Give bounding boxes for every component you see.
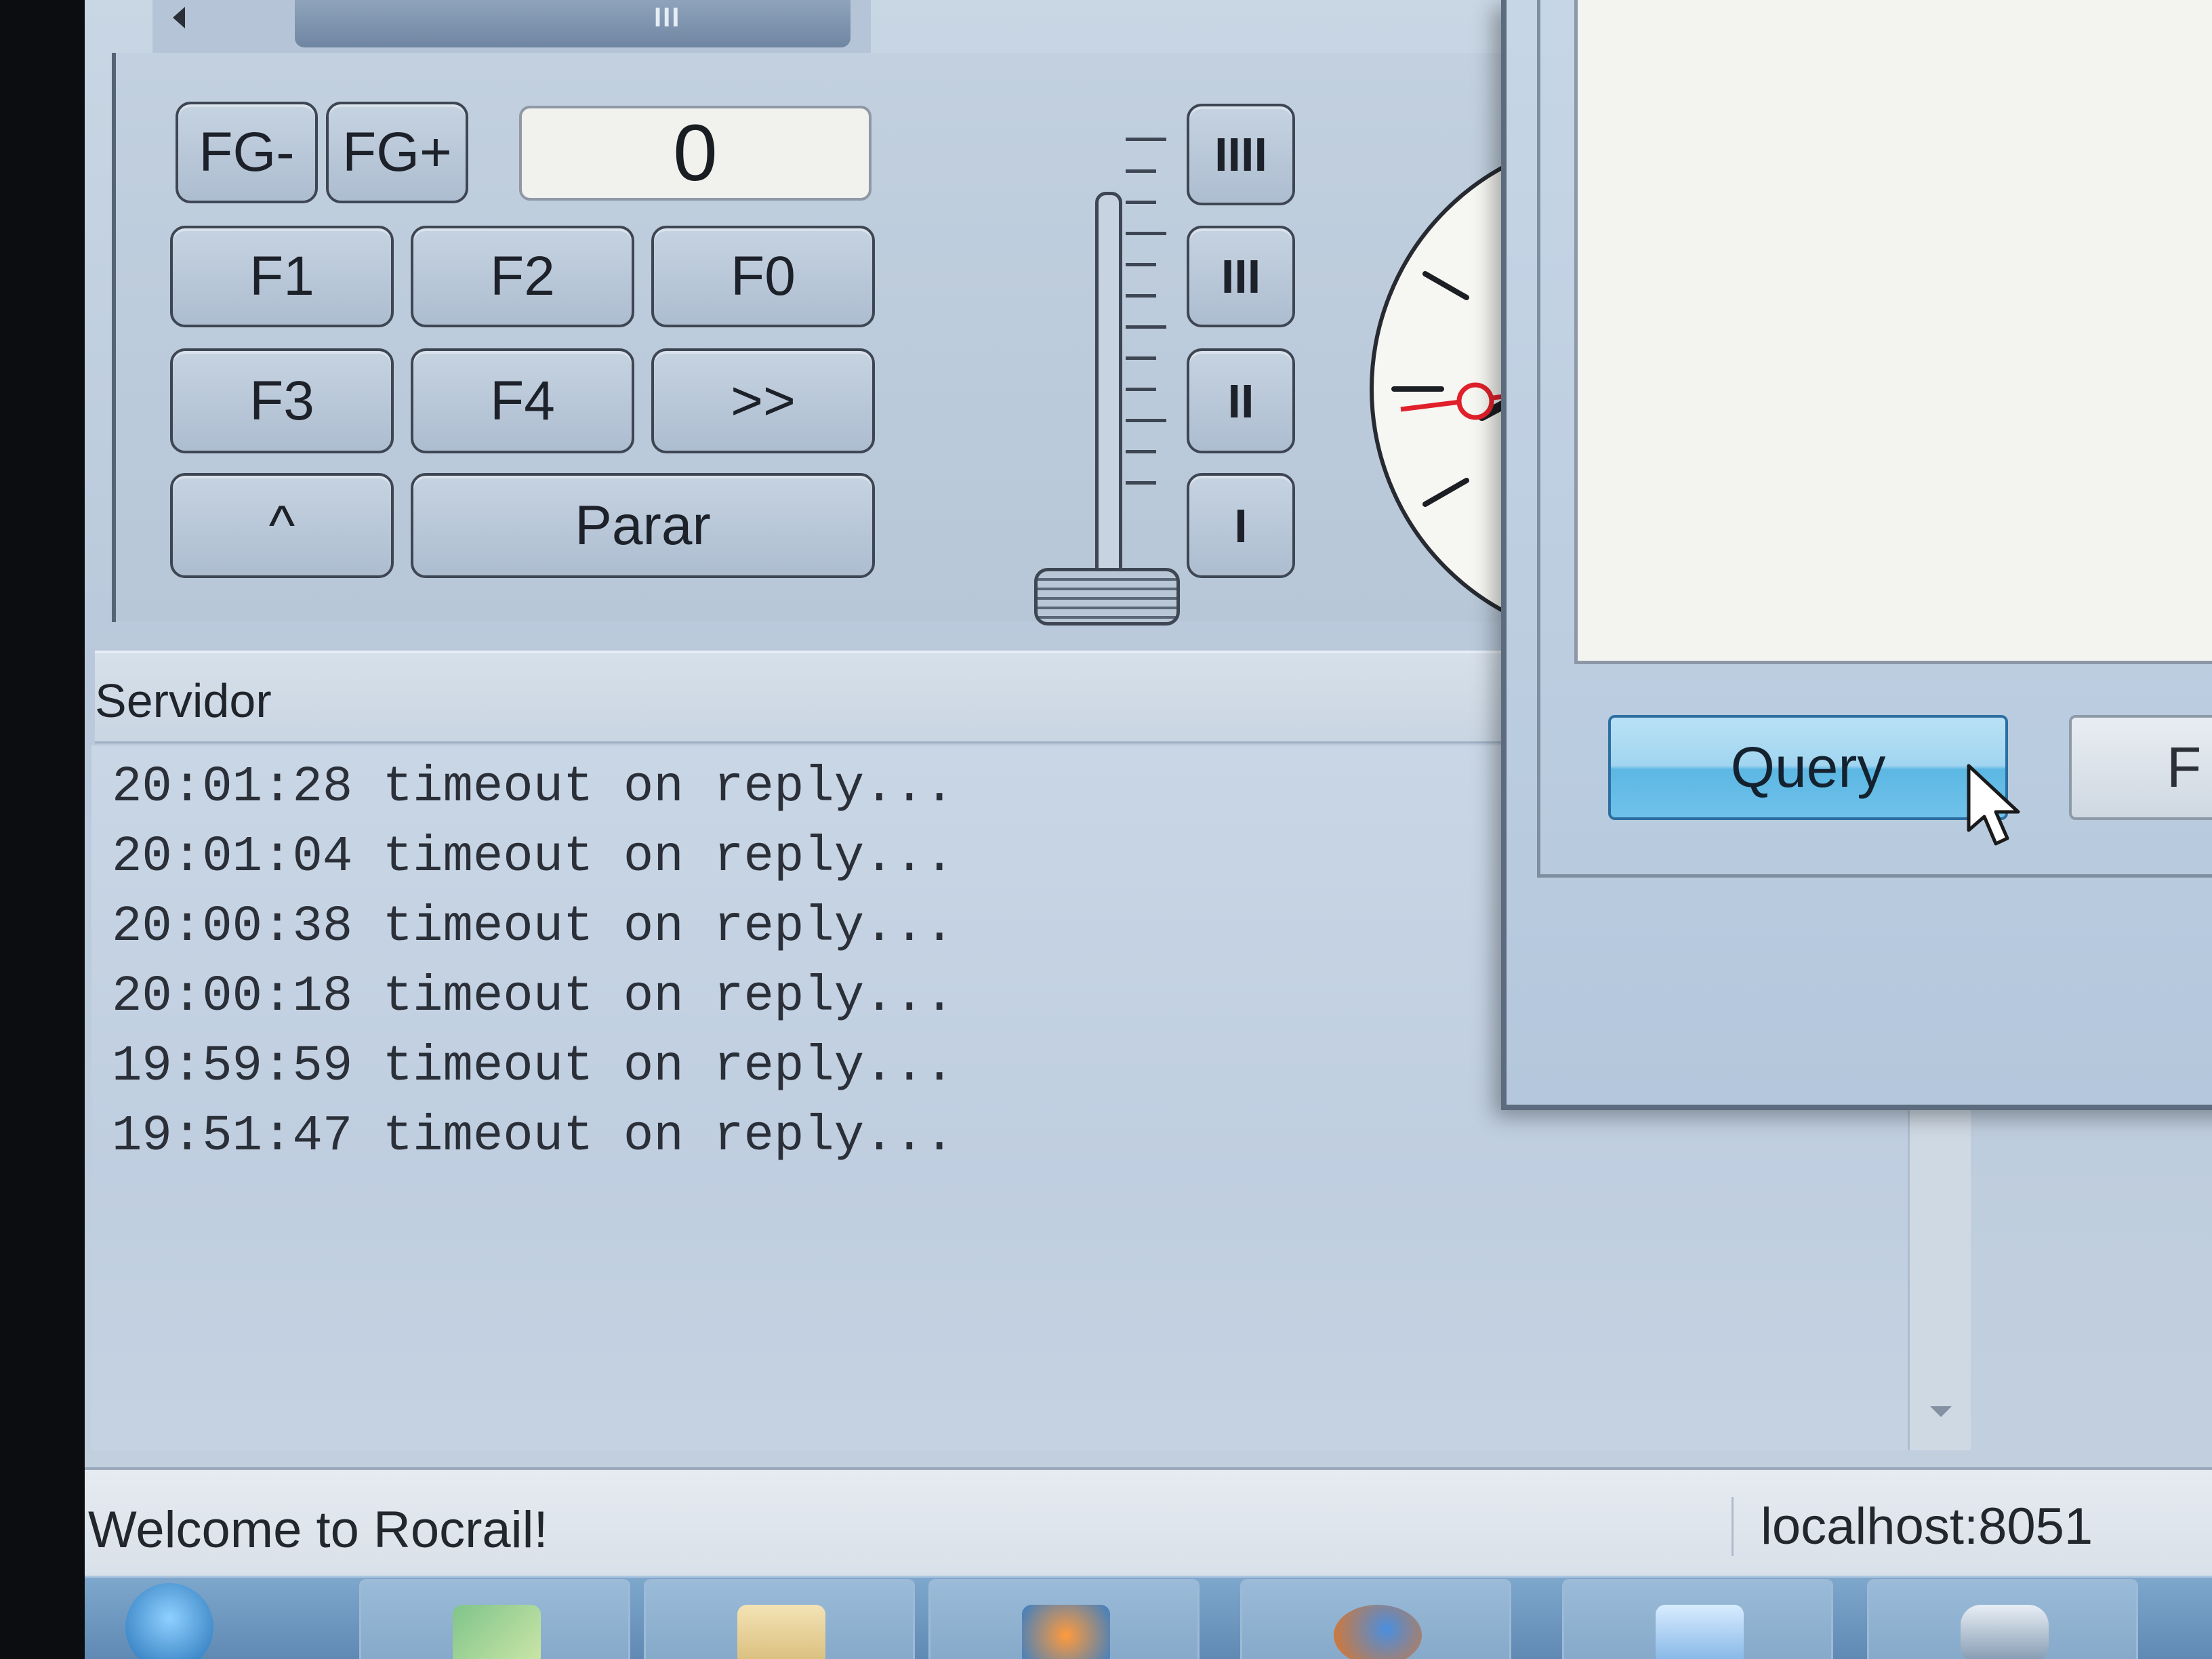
taskbar-button-images[interactable] — [359, 1579, 630, 1659]
slider-tick — [1126, 419, 1166, 422]
media-player-icon — [1022, 1605, 1110, 1659]
log-panel-header: Servidor — [95, 651, 1518, 743]
slider-tick — [1126, 388, 1156, 391]
throttle-knob[interactable] — [1034, 568, 1180, 626]
slider-tick — [1126, 169, 1156, 173]
slider-tick — [1126, 450, 1156, 453]
image-viewer-icon — [453, 1605, 541, 1659]
slider-tick — [1126, 325, 1166, 329]
taskbar-button-database[interactable] — [1867, 1579, 2138, 1659]
gear-2-button[interactable]: II — [1187, 348, 1295, 453]
query-button[interactable]: Query — [1608, 715, 2008, 820]
direction-button[interactable]: ^ — [170, 473, 394, 578]
log-title: Servidor — [95, 674, 272, 727]
log-line: 20:01:28 timeout on reply... — [112, 759, 955, 816]
scrollbar-thumb[interactable]: III — [295, 0, 851, 47]
slider-tick — [1126, 138, 1166, 141]
dialog-second-button[interactable]: F — [2069, 715, 2212, 820]
taskbar-button-network[interactable] — [1562, 1579, 1833, 1659]
windows-start-icon[interactable] — [125, 1583, 213, 1659]
slider-tick — [1126, 232, 1166, 235]
slider-tick — [1126, 201, 1156, 204]
taskbar — [85, 1576, 2212, 1659]
f3-button[interactable]: F3 — [170, 348, 394, 453]
rocrail-window: III FG- FG+ 0 F1 F2 F0 F3 F4 >> ^ Parar … — [85, 0, 2212, 1659]
network-icon — [1656, 1605, 1744, 1659]
log-line: 20:01:04 timeout on reply... — [112, 829, 955, 886]
f4-button[interactable]: F4 — [411, 348, 634, 453]
fg-minus-button[interactable]: FG- — [176, 102, 318, 203]
log-line: 19:51:47 timeout on reply... — [112, 1108, 955, 1165]
slider-tick — [1126, 263, 1156, 266]
log-line: 20:00:18 timeout on reply... — [112, 968, 955, 1025]
taskbar-button-firefox[interactable] — [1240, 1579, 1511, 1659]
log-line: 19:59:59 timeout on reply... — [112, 1038, 955, 1095]
slider-tick — [1126, 481, 1156, 485]
server-host: localhost:8051 — [1732, 1497, 2093, 1556]
firefox-icon — [1334, 1605, 1422, 1659]
throttle-slider[interactable] — [1095, 192, 1122, 592]
f1-button[interactable]: F1 — [170, 226, 394, 327]
scroll-down-icon[interactable] — [1930, 1406, 1952, 1417]
horizontal-scrollbar[interactable]: III — [152, 0, 871, 54]
query-dialog: Query F — [1501, 0, 2212, 1110]
status-message: Welcome to Rocrail! — [88, 1501, 548, 1559]
slider-tick — [1126, 356, 1156, 360]
more-functions-button[interactable]: >> — [651, 348, 875, 453]
database-icon — [1961, 1605, 2049, 1659]
mouse-cursor-icon — [1967, 764, 2020, 846]
f2-button[interactable]: F2 — [411, 226, 634, 327]
file-explorer-icon — [737, 1605, 825, 1659]
gear-3-button[interactable]: III — [1187, 226, 1295, 327]
slider-tick — [1126, 294, 1156, 298]
gear-1-button[interactable]: I — [1187, 473, 1295, 578]
taskbar-button-explorer[interactable] — [644, 1579, 915, 1659]
grip-icon: III — [654, 3, 681, 33]
stop-button[interactable]: Parar — [411, 473, 875, 578]
log-line: 20:00:38 timeout on reply... — [112, 899, 955, 956]
f0-button[interactable]: F0 — [651, 226, 875, 327]
taskbar-button-media[interactable] — [928, 1579, 1200, 1659]
gear-4-button[interactable]: IIII — [1187, 104, 1295, 205]
speed-display: 0 — [519, 106, 872, 201]
fg-plus-button[interactable]: FG+ — [326, 102, 468, 203]
status-bar: Welcome to Rocrail! localhost:8051 — [85, 1467, 2212, 1578]
dialog-content-area — [1574, 0, 2212, 664]
scroll-left-icon[interactable] — [173, 7, 185, 28]
locomotive-control-panel: FG- FG+ 0 F1 F2 F0 F3 F4 >> ^ Parar IIII… — [112, 53, 1879, 644]
